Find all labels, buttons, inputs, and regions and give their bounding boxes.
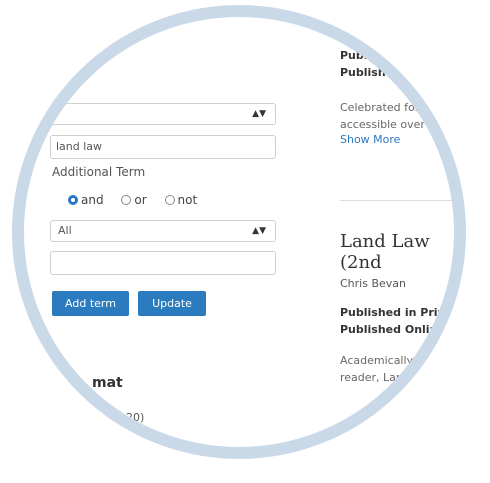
result-item: Publi Publishe Celebrated for accessible… [340,47,435,146]
radio-and[interactable]: and [68,193,104,207]
scope-select[interactable]: All ▲▼ [50,220,276,242]
result-meta-line: Published in Print [340,306,451,319]
result-title-link[interactable]: Land Law (2nd [340,231,454,273]
select-arrows-icon: ▲▼ [252,109,266,119]
add-term-button[interactable]: Add term [52,291,129,316]
second-term-input[interactable] [50,251,276,275]
result-item: Land Law (2nd Chris Bevan Published in P… [340,231,454,386]
show-more-link[interactable]: Show More [340,133,435,146]
scope-select-value: All [58,224,72,237]
radio-or-indicator[interactable] [121,195,132,205]
facet-item-count[interactable]: 14) [152,439,170,447]
radio-and-label: and [81,193,104,207]
field-select[interactable]: ▲▼ [50,103,276,125]
radio-or-label: or [134,193,147,207]
magnified-view: ▲▼ land law Additional Term and or not A… [24,17,454,447]
result-description-line: Celebrated for [340,101,420,114]
result-description-line: accessible overvi [340,118,435,131]
facet-item-count[interactable]: 20) [126,411,144,424]
search-term-value: land law [56,140,103,153]
select-arrows-icon: ▲▼ [252,226,266,236]
radio-and-indicator[interactable] [68,195,78,205]
format-facet-heading: mat [92,375,123,391]
radio-or[interactable]: or [121,193,147,207]
result-meta-line: Publi [340,49,372,62]
update-button[interactable]: Update [138,291,206,316]
additional-term-label: Additional Term [52,165,146,179]
result-meta-line: Published Online: [340,323,450,336]
search-term-input[interactable]: land law [50,135,276,159]
result-divider [340,200,454,201]
result-author: Chris Bevan [340,277,406,290]
radio-not-label: not [177,193,198,207]
operator-radio-group: and or not [68,193,197,207]
result-description-line: Academically rig [340,354,432,367]
radio-not-indicator[interactable] [164,195,175,205]
result-meta-line: Publishe [340,66,394,79]
result-divider [340,422,450,423]
result-description-line: reader, Land L [340,371,420,384]
radio-not[interactable]: not [164,193,198,207]
